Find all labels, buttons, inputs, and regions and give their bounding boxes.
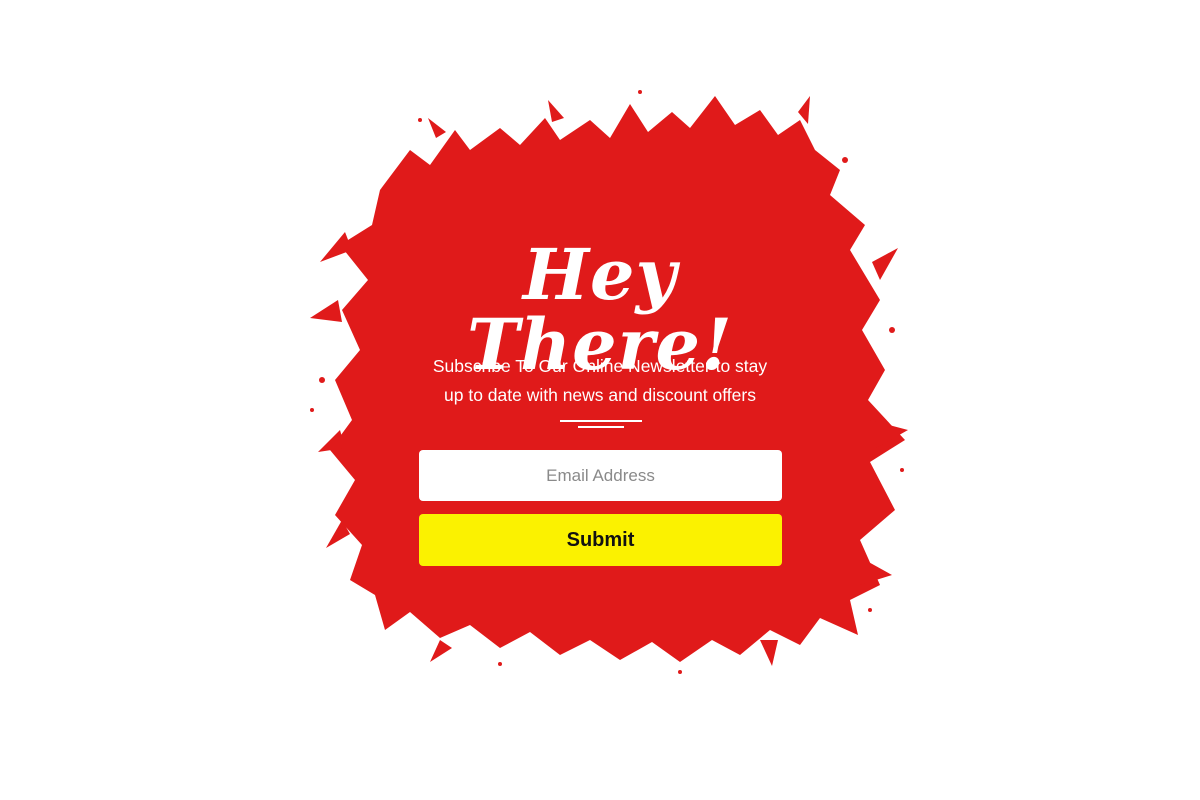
- newsletter-popup: Hey There! Subscribe To Our Online Newsl…: [0, 0, 1200, 800]
- submit-button[interactable]: Submit: [419, 514, 782, 566]
- subtitle-line-1: Subscribe To Our Online Newsletter to st…: [432, 356, 768, 376]
- decorative-divider: [560, 420, 642, 428]
- subtitle-line-2: up to date with news and discount offers: [444, 385, 756, 405]
- divider-line-short: [578, 426, 624, 428]
- popup-content: Hey There! Subscribe To Our Online Newsl…: [400, 230, 800, 566]
- email-address-input[interactable]: [419, 450, 782, 501]
- divider-line-long: [560, 420, 642, 422]
- popup-subtitle: Subscribe To Our Online Newsletter to st…: [400, 352, 800, 410]
